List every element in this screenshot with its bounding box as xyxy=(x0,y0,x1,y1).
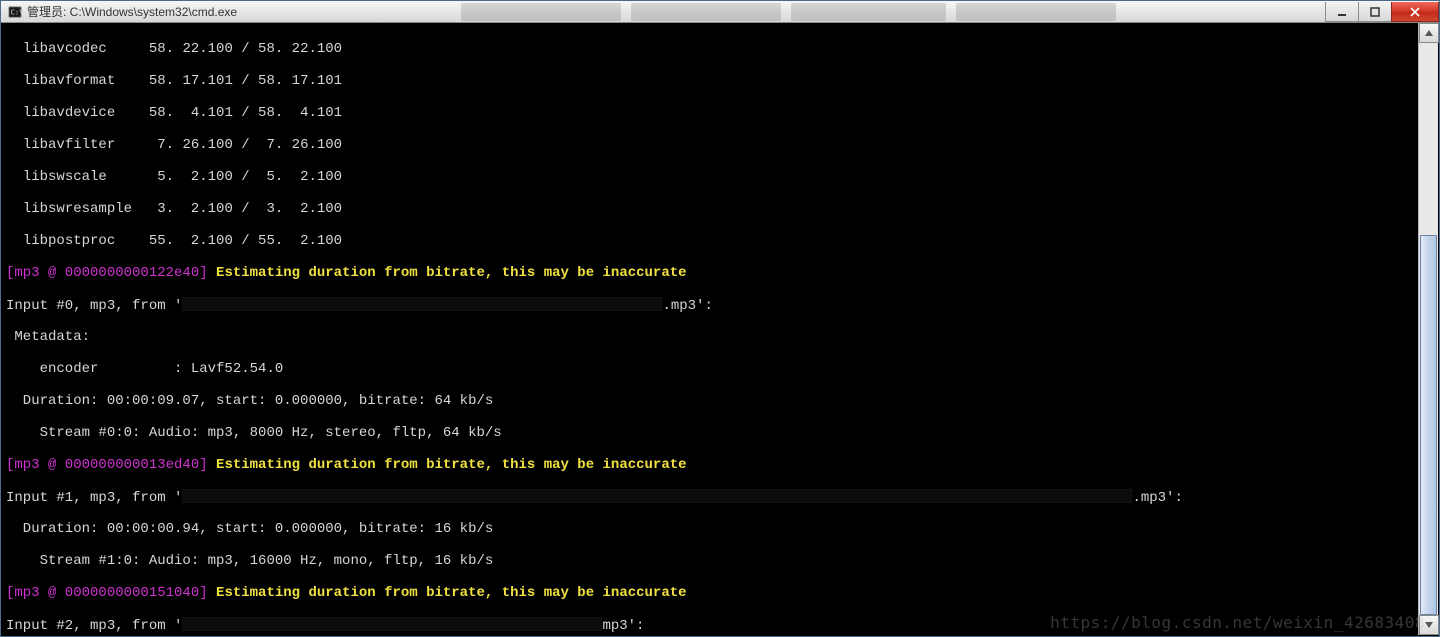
lib-line: libavdevice 58. 4.101 / 58. 4.101 xyxy=(6,105,1418,121)
scrollbar-track[interactable] xyxy=(1419,43,1438,615)
lib-line: libswscale 5. 2.100 / 5. 2.100 xyxy=(6,169,1418,185)
lib-line: libavfilter 7. 26.100 / 7. 26.100 xyxy=(6,137,1418,153)
cmd-icon: C:\ xyxy=(7,4,23,20)
metadata-label: Metadata: xyxy=(6,329,1418,345)
mp3-warning: [mp3 @ 000000000013ed40] Estimating dura… xyxy=(6,457,1418,473)
background-tabs xyxy=(461,3,1116,21)
input-header: Input #2, mp3, from 'mp3': xyxy=(6,617,1418,633)
svg-text:C:\: C:\ xyxy=(11,8,22,16)
vertical-scrollbar[interactable] xyxy=(1418,23,1438,635)
stream-line: Stream #1:0: Audio: mp3, 16000 Hz, mono,… xyxy=(6,553,1418,569)
input-header: Input #0, mp3, from '.mp3': xyxy=(6,297,1418,313)
lib-line: libswresample 3. 2.100 / 3. 2.100 xyxy=(6,201,1418,217)
lib-line: libavcodec 58. 22.100 / 58. 22.100 xyxy=(6,41,1418,57)
scroll-down-button[interactable] xyxy=(1419,615,1439,635)
input-header: Input #1, mp3, from '.mp3': xyxy=(6,489,1418,505)
mp3-warning: [mp3 @ 0000000000151040] Estimating dura… xyxy=(6,585,1418,601)
encoder-line: encoder : Lavf52.54.0 xyxy=(6,361,1418,377)
lib-line: libpostproc 55. 2.100 / 55. 2.100 xyxy=(6,233,1418,249)
minimize-button[interactable] xyxy=(1325,2,1359,22)
scrollbar-thumb[interactable] xyxy=(1420,235,1437,615)
close-button[interactable] xyxy=(1391,2,1439,22)
duration-line: Duration: 00:00:00.94, start: 0.000000, … xyxy=(6,521,1418,537)
scroll-up-button[interactable] xyxy=(1419,23,1439,43)
titlebar[interactable]: C:\ 管理员: C:\Windows\system32\cmd.exe xyxy=(1,1,1439,23)
maximize-button[interactable] xyxy=(1358,2,1392,22)
window-title: 管理员: C:\Windows\system32\cmd.exe xyxy=(27,3,237,20)
lib-line: libavformat 58. 17.101 / 58. 17.101 xyxy=(6,73,1418,89)
mp3-warning: [mp3 @ 0000000000122e40] Estimating dura… xyxy=(6,265,1418,281)
duration-line: Duration: 00:00:09.07, start: 0.000000, … xyxy=(6,393,1418,409)
stream-line: Stream #0:0: Audio: mp3, 8000 Hz, stereo… xyxy=(6,425,1418,441)
cmd-window: C:\ 管理员: C:\Windows\system32\cmd.exe lib… xyxy=(0,0,1440,637)
console-output[interactable]: libavcodec 58. 22.100 / 58. 22.100 libav… xyxy=(2,23,1418,635)
window-buttons xyxy=(1326,1,1439,23)
